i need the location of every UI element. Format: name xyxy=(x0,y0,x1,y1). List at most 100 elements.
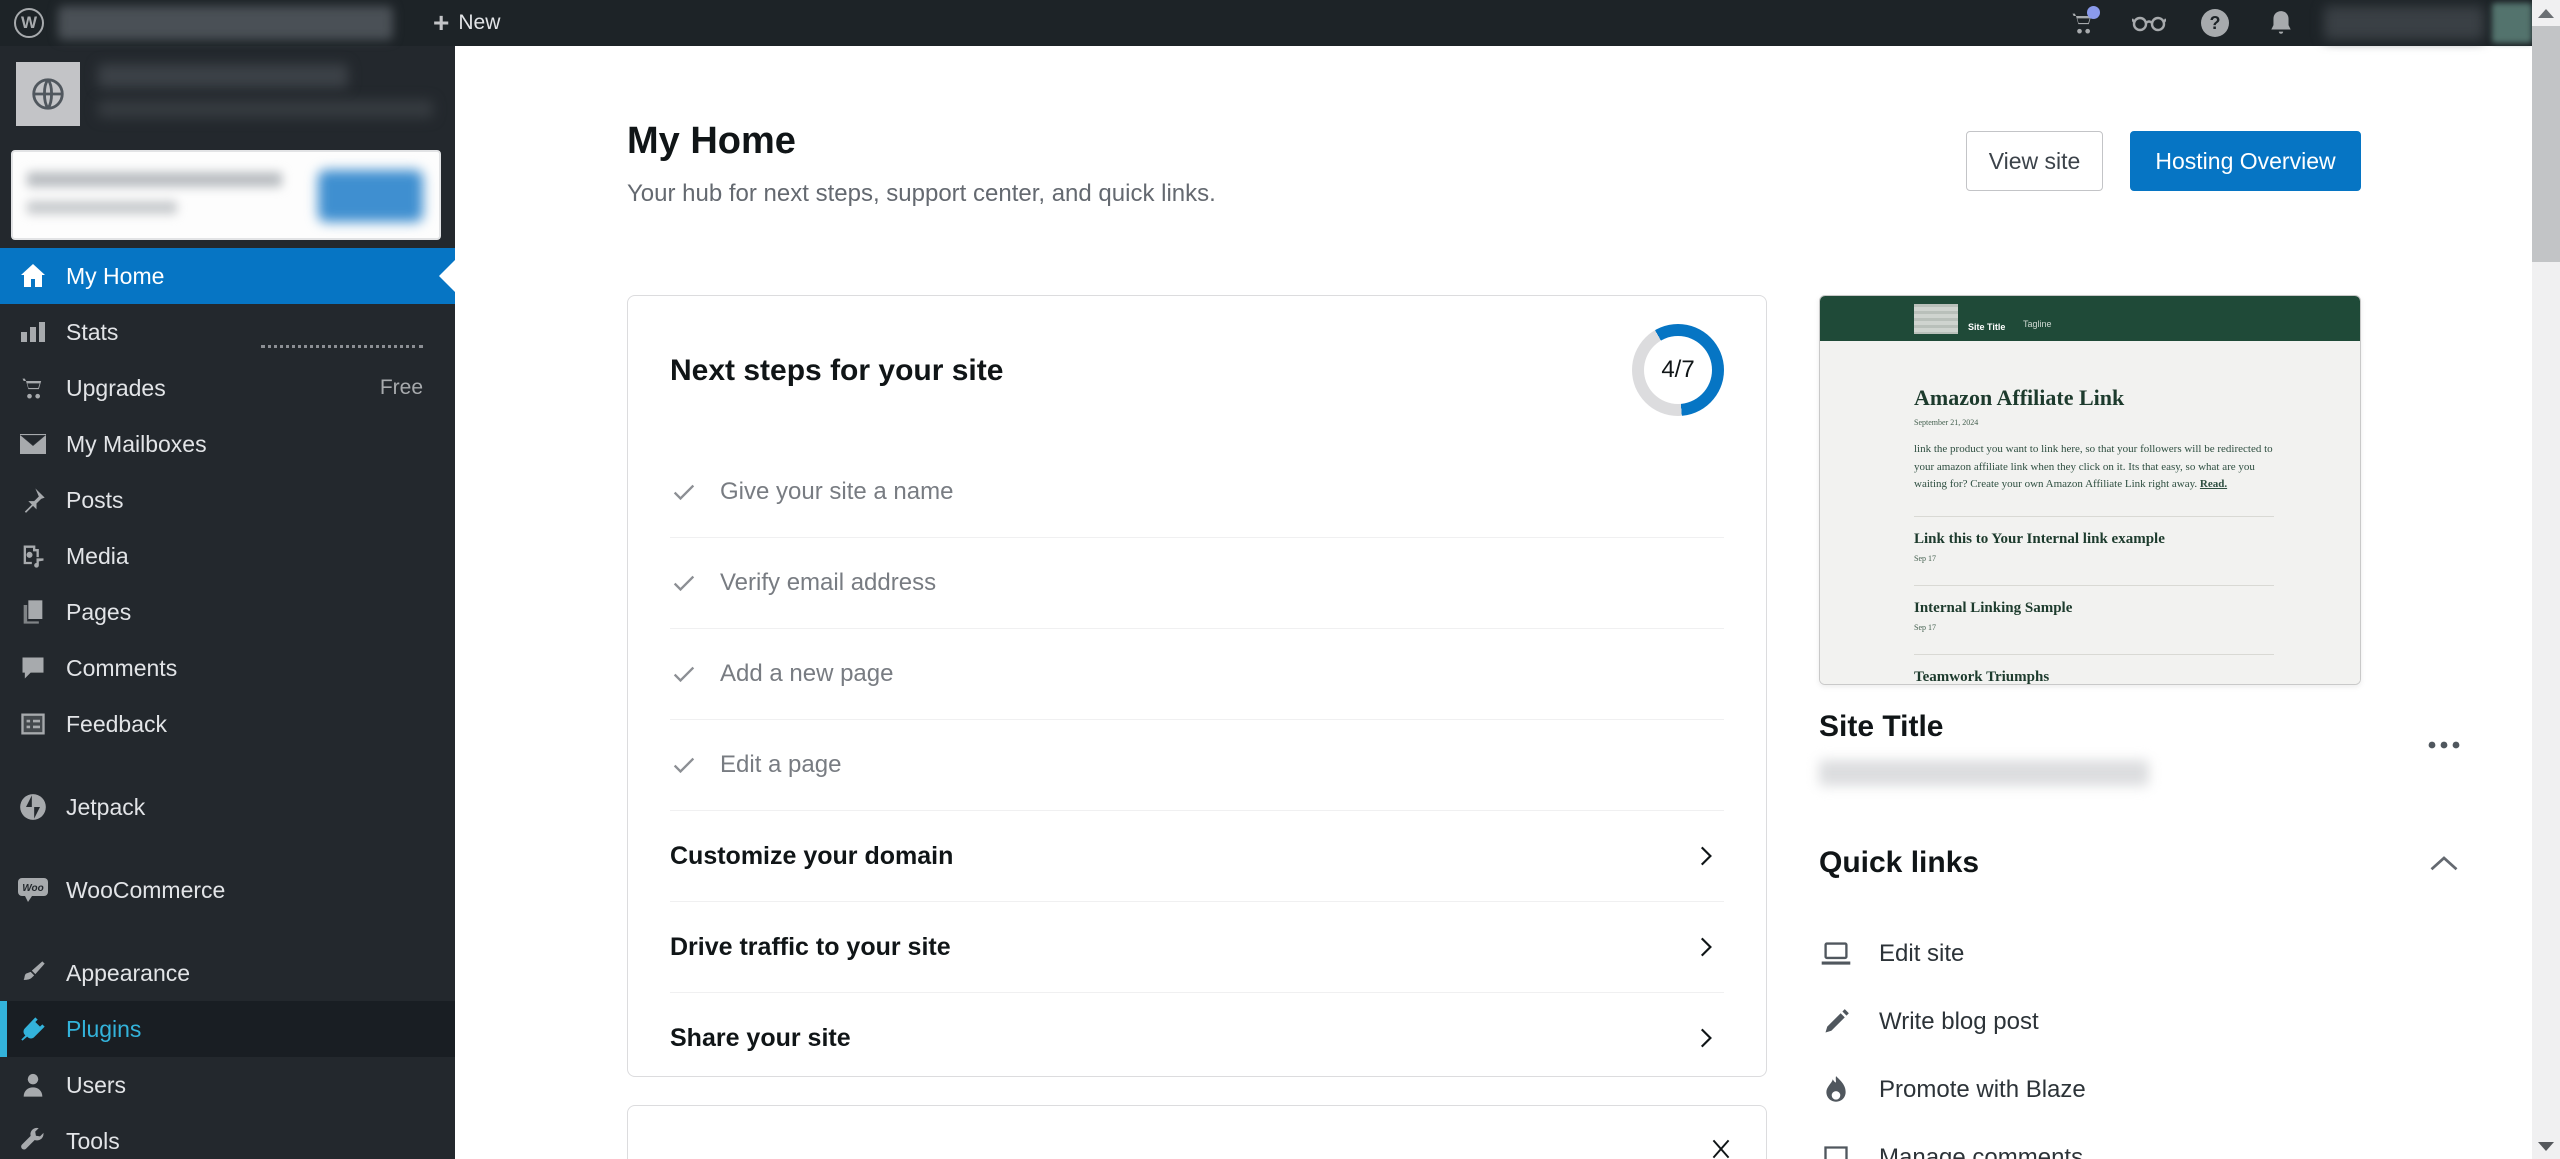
check-icon xyxy=(670,660,698,688)
task-row-completed[interactable]: Verify email address xyxy=(670,537,1724,628)
site-preview-site-title: Site Title xyxy=(1968,322,2005,332)
check-icon xyxy=(670,751,698,779)
bell-icon[interactable] xyxy=(2248,0,2314,46)
sidebar-item-media[interactable]: Media xyxy=(0,528,455,584)
chevron-right-icon xyxy=(1692,934,1718,960)
sidebar-item-comments[interactable]: Comments xyxy=(0,640,455,696)
sidebar-item-pages[interactable]: Pages xyxy=(0,584,455,640)
current-site-name-redacted[interactable] xyxy=(58,6,393,40)
task-row-pending[interactable]: Drive traffic to your site xyxy=(670,901,1724,992)
help-icon[interactable]: ? xyxy=(2182,0,2248,46)
progress-ring: 4/7 xyxy=(1632,324,1724,416)
site-icon xyxy=(16,62,80,126)
task-row-completed[interactable]: Add a new page xyxy=(670,628,1724,719)
sidebar-item-label: Comments xyxy=(66,655,177,682)
ellipsis-menu-icon[interactable] xyxy=(2427,740,2461,750)
view-site-button[interactable]: View site xyxy=(1966,131,2103,191)
sidebar-item-tools[interactable]: Tools xyxy=(0,1113,455,1159)
quick-link-label: Promote with Blaze xyxy=(1879,1076,2086,1104)
upgrades-plan-badge: Free xyxy=(380,376,423,400)
divider xyxy=(1914,516,2274,517)
home-icon xyxy=(17,261,49,291)
sidebar-item-label: Jetpack xyxy=(66,794,145,821)
task-row-completed[interactable]: Edit a page xyxy=(670,719,1724,810)
divider xyxy=(1914,585,2274,586)
chevron-right-icon xyxy=(1692,1025,1718,1051)
scroll-up-arrow[interactable] xyxy=(2532,2,2560,24)
quick-link-promote-with-blaze[interactable]: Promote with Blaze xyxy=(1819,1067,2239,1113)
quick-link-edit-site[interactable]: Edit site xyxy=(1819,931,2239,977)
task-label: Share your site xyxy=(670,1024,851,1053)
brush-icon xyxy=(17,959,49,987)
sidebar-item-label: My Mailboxes xyxy=(66,431,207,458)
cart-icon[interactable] xyxy=(2050,0,2116,46)
site-preview-card[interactable]: Site Title Tagline Amazon Affiliate Link… xyxy=(1819,295,2361,685)
notice-action-button-redacted[interactable] xyxy=(318,170,423,222)
new-label: New xyxy=(458,11,500,35)
laptop-icon xyxy=(1819,941,1853,967)
admin-menu: My Home Stats Upgrades Free My Mailboxes xyxy=(0,248,455,1159)
preview-post-title: Teamwork Triumphs xyxy=(1914,669,2274,685)
sidebar-item-feedback[interactable]: Feedback xyxy=(0,696,455,752)
site-identity[interactable] xyxy=(0,46,455,126)
scrollbar-thumb[interactable] xyxy=(2532,26,2560,262)
quick-link-manage-comments[interactable]: Manage comments xyxy=(1819,1135,2239,1159)
vertical-scrollbar[interactable] xyxy=(2532,0,2560,1159)
sidebar-notice-card[interactable] xyxy=(11,150,441,240)
wordpress-logo-icon[interactable]: W xyxy=(14,8,44,38)
task-row-pending[interactable]: Share your site xyxy=(670,992,1724,1083)
new-content-button[interactable]: + New xyxy=(433,9,500,37)
site-preview-body: Amazon Affiliate Link September 21, 2024… xyxy=(1820,341,2360,685)
site-preview-logo xyxy=(1914,304,1958,334)
preview-post-title: Amazon Affiliate Link xyxy=(1914,385,2274,411)
sidebar-item-my-mailboxes[interactable]: My Mailboxes xyxy=(0,416,455,472)
sidebar-item-plugins[interactable]: Plugins xyxy=(0,1001,455,1057)
sidebar-item-label: Media xyxy=(66,543,129,570)
globe-icon xyxy=(29,75,67,113)
flame-icon xyxy=(1819,1075,1853,1105)
quick-links-heading: Quick links xyxy=(1819,846,1979,880)
quick-link-label: Write blog post xyxy=(1879,1008,2039,1036)
comment-icon xyxy=(17,654,49,682)
sidebar-item-jetpack[interactable]: Jetpack xyxy=(0,779,455,835)
chevron-up-icon[interactable] xyxy=(2429,854,2459,872)
preview-post-date: Sep 17 xyxy=(1914,554,2274,563)
pages-icon xyxy=(17,598,49,626)
scroll-down-arrow[interactable] xyxy=(2532,1135,2560,1157)
preview-post-title: Link this to Your Internal link example xyxy=(1914,531,2274,548)
stats-icon xyxy=(17,318,49,346)
sidebar-item-label: WooCommerce xyxy=(66,877,225,904)
sidebar-item-my-home[interactable]: My Home xyxy=(0,248,455,304)
check-icon xyxy=(670,569,698,597)
site-preview-tagline: Tagline xyxy=(2023,319,2052,329)
task-row-pending[interactable]: Customize your domain xyxy=(670,810,1724,901)
account-menu[interactable] xyxy=(2324,0,2532,46)
sidebar-item-label: Users xyxy=(66,1072,126,1099)
sidebar-item-users[interactable]: Users xyxy=(0,1057,455,1113)
next-steps-title: Next steps for your site xyxy=(670,354,1003,388)
site-preview-header: Site Title Tagline xyxy=(1820,296,2360,341)
progress-ring-label: 4/7 xyxy=(1644,336,1712,404)
quick-link-write-blog-post[interactable]: Write blog post xyxy=(1819,999,2239,1045)
admin-bar-right: ? xyxy=(2050,0,2532,46)
sidebar-item-label: My Home xyxy=(66,263,164,290)
preview-post-date: Sep 17 xyxy=(1914,623,2274,632)
close-icon[interactable] xyxy=(1708,1136,1734,1159)
sidebar-item-appearance[interactable]: Appearance xyxy=(0,945,455,1001)
woocommerce-icon: Woo xyxy=(17,876,49,904)
preview-post-date: September 21, 2024 xyxy=(1914,418,2274,427)
page-title: My Home xyxy=(627,120,796,163)
notice-text-redacted xyxy=(27,172,282,187)
sidebar-item-stats[interactable]: Stats xyxy=(0,304,455,360)
sidebar-item-posts[interactable]: Posts xyxy=(0,472,455,528)
sidebar-item-label: Pages xyxy=(66,599,131,626)
sidebar-item-upgrades[interactable]: Upgrades Free xyxy=(0,360,455,416)
sidebar-item-woocommerce[interactable]: Woo WooCommerce xyxy=(0,862,455,918)
next-steps-header: Next steps for your site 4/7 xyxy=(670,296,1724,446)
task-row-completed[interactable]: Give your site a name xyxy=(670,446,1724,537)
user-icon xyxy=(17,1071,49,1099)
glasses-icon[interactable] xyxy=(2116,0,2182,46)
plus-icon: + xyxy=(433,9,449,37)
hosting-overview-button[interactable]: Hosting Overview xyxy=(2130,131,2361,191)
site-identity-text xyxy=(98,62,433,118)
